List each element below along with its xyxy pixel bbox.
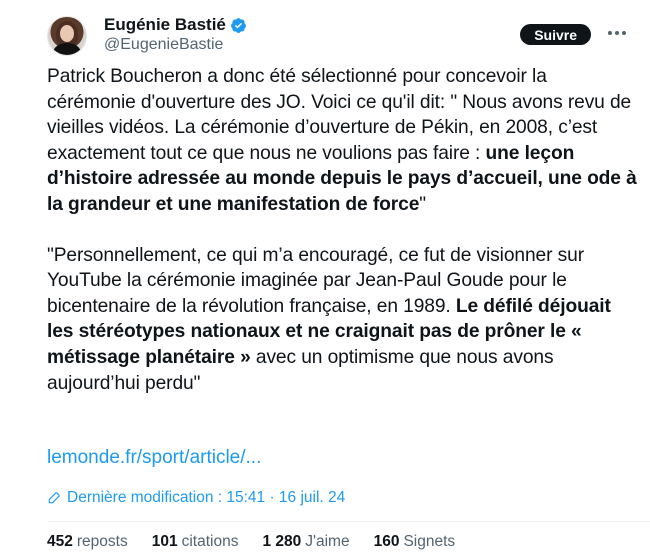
article-link[interactable]: lemonde.fr/sport/article/... <box>47 447 261 469</box>
tweet-text: Patrick Boucheron a donc été sélectionné… <box>47 64 637 396</box>
avatar[interactable] <box>47 16 87 56</box>
verified-badge-icon <box>230 17 246 33</box>
edit-label: Dernière modification : 15:41 · 16 juil.… <box>67 489 346 506</box>
author-name-row[interactable]: Eugénie Bastié <box>104 15 247 35</box>
follow-button[interactable]: Suivre <box>520 24 591 45</box>
engagement-stats: 452 reposts 101 citations 1 280 J'aime 1… <box>47 533 455 551</box>
divider <box>47 521 650 522</box>
edit-history-link[interactable]: Dernière modification : 15:41 · 16 juil.… <box>47 489 345 507</box>
reposts-count[interactable]: 452 reposts <box>47 533 128 551</box>
author-name[interactable]: Eugénie Bastié <box>104 15 226 35</box>
pencil-edit-icon <box>48 492 60 504</box>
author-handle[interactable]: @EugenieBastie <box>104 36 223 54</box>
tweet-paragraph-2: "Personnellement, ce qui m’a encouragé, … <box>47 244 611 394</box>
likes-count[interactable]: 1 280 J'aime <box>262 533 349 551</box>
tweet-paragraph-1: Patrick Boucheron a donc été sélectionné… <box>47 66 637 215</box>
tweet-header: Eugénie Bastié @EugenieBastie Suivre <box>47 12 637 56</box>
quotes-count[interactable]: 101 citations <box>152 533 239 551</box>
more-options-icon[interactable] <box>597 18 637 48</box>
bookmarks-count[interactable]: 160 Signets <box>374 533 456 551</box>
